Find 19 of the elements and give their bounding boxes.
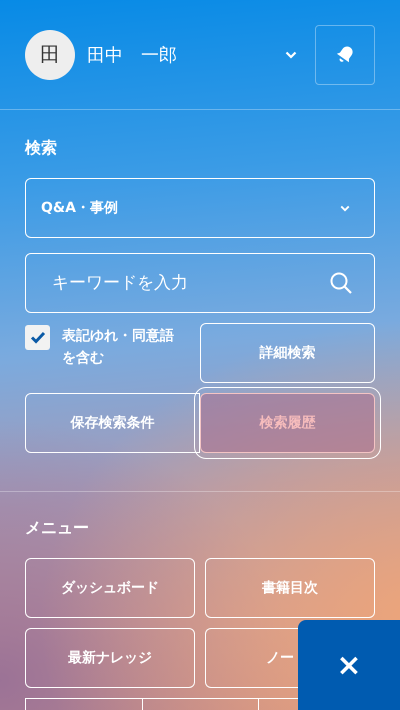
menu-button[interactable]: 書籍目次 <box>205 558 375 618</box>
chevron-down-icon[interactable] <box>285 50 297 58</box>
user-name[interactable]: 田中 一郎 <box>87 42 285 66</box>
keyword-field[interactable]: キーワードを入力 <box>25 253 375 313</box>
check-icon <box>30 331 46 344</box>
section-title: 検索 <box>25 138 58 159</box>
synonym-checkbox[interactable] <box>25 325 50 350</box>
saved-search-button[interactable]: 保存検索条件 <box>25 393 200 453</box>
user-avatar: 田 <box>25 30 75 80</box>
chevron-down-icon <box>340 204 350 212</box>
advanced-search-button[interactable]: 詳細検索 <box>200 323 375 383</box>
close-button[interactable]: × <box>298 620 400 710</box>
search-icon[interactable] <box>329 271 353 295</box>
checkbox-label: 表記ゆれ・同意語を含む <box>62 327 175 368</box>
notification-button[interactable] <box>315 24 375 84</box>
menu-button[interactable]: ダッシュボード <box>25 558 195 618</box>
menu-button[interactable]: 最新ナレッジ <box>25 628 195 688</box>
category-select[interactable]: Q&A・事例 <box>25 178 375 238</box>
section-title: メニュー <box>25 518 90 539</box>
